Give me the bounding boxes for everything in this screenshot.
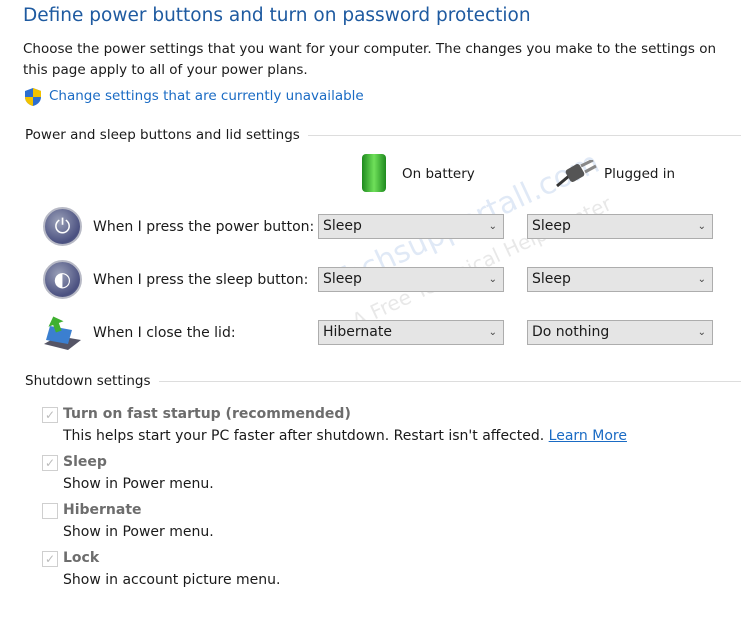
power-button-battery-select[interactable]: Sleep ⌄ — [318, 214, 504, 239]
chevron-down-icon: ⌄ — [697, 327, 706, 338]
battery-icon — [362, 154, 386, 192]
page-title: Define power buttons and turn on passwor… — [23, 5, 531, 26]
chevron-down-icon: ⌄ — [488, 221, 497, 232]
sleep-button-label: When I press the sleep button: — [93, 272, 309, 288]
uac-shield-icon — [25, 88, 41, 106]
fast-startup-label: Turn on fast startup (recommended) — [63, 406, 351, 422]
selected-value: Sleep — [532, 218, 571, 234]
fast-startup-desc: This helps start your PC faster after sh… — [63, 428, 627, 444]
page-description: Choose the power settings that you want … — [23, 41, 717, 78]
chevron-down-icon: ⌄ — [488, 327, 497, 338]
lock-checkbox[interactable]: ✓ — [42, 551, 58, 567]
lid-label: When I close the lid: — [93, 325, 236, 341]
fast-startup-checkbox[interactable]: ✓ — [42, 407, 58, 423]
shutdown-section-header: Shutdown settings — [25, 373, 741, 389]
power-section-header: Power and sleep buttons and lid settings — [25, 127, 741, 143]
sleep-button-battery-select[interactable]: Sleep ⌄ — [318, 267, 504, 292]
selected-value: Sleep — [323, 271, 362, 287]
sleep-button-plugged-select[interactable]: Sleep ⌄ — [527, 267, 713, 292]
selected-value: Sleep — [323, 218, 362, 234]
col-plugged-in: Plugged in — [604, 166, 676, 182]
desc-text: This helps start your PC faster after sh… — [63, 428, 545, 444]
sleep-checkbox[interactable]: ✓ — [42, 455, 58, 471]
learn-more-link[interactable]: Learn More — [549, 428, 627, 444]
lid-plugged-select[interactable]: Do nothing ⌄ — [527, 320, 713, 345]
chevron-down-icon: ⌄ — [488, 274, 497, 285]
laptop-lid-icon — [44, 316, 81, 350]
hibernate-label: Hibernate — [63, 502, 142, 518]
sleep-desc: Show in Power menu. — [63, 476, 214, 492]
col-on-battery: On battery — [402, 166, 475, 182]
chevron-down-icon: ⌄ — [697, 274, 706, 285]
chevron-down-icon: ⌄ — [697, 221, 706, 232]
section-title: Power and sleep buttons and lid settings — [25, 127, 300, 143]
section-title: Shutdown settings — [25, 373, 151, 389]
power-icon: ⏻ — [43, 207, 82, 246]
selected-value: Hibernate — [323, 324, 392, 340]
selected-value: Do nothing — [532, 324, 610, 340]
lock-desc: Show in account picture menu. — [63, 572, 281, 588]
lock-label: Lock — [63, 550, 100, 566]
change-settings-link[interactable]: Change settings that are currently unava… — [49, 88, 364, 104]
sleep-icon: ◐ — [43, 260, 82, 299]
hibernate-desc: Show in Power menu. — [63, 524, 214, 540]
selected-value: Sleep — [532, 271, 571, 287]
lid-battery-select[interactable]: Hibernate ⌄ — [318, 320, 504, 345]
hibernate-checkbox[interactable] — [42, 503, 58, 519]
sleep-label: Sleep — [63, 454, 107, 470]
plug-icon — [556, 160, 597, 188]
power-button-plugged-select[interactable]: Sleep ⌄ — [527, 214, 713, 239]
power-button-label: When I press the power button: — [93, 219, 315, 235]
